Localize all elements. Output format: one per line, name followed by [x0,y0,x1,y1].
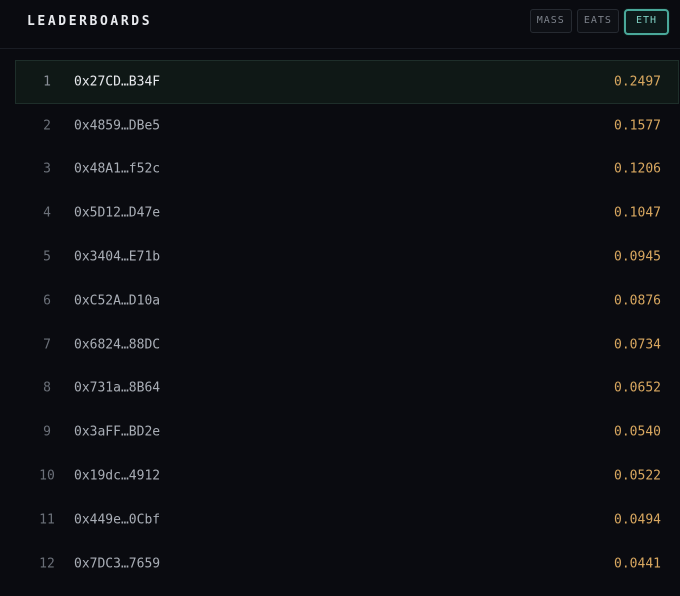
wallet-address: 0x731a…8B64 [74,380,161,396]
leaderboard-row[interactable]: 10 0x19dc…4912 0.0522 [15,454,679,498]
eth-value: 0.0945 [614,249,661,265]
wallet-address: 0x6824…88DC [74,337,161,353]
tab-eth[interactable]: ETH [623,9,669,35]
metric-tabs: MASS EATS ETH [529,9,669,35]
wallet-address: 0x48A1…f52c [74,161,161,177]
eth-value: 0.1047 [614,205,661,221]
leaderboard-panel: LEADERBOARDS MASS EATS ETH 1 0x27CD…B34F… [0,0,680,596]
wallet-address: 0x3aFF…BD2e [74,424,161,440]
eth-value: 0.0522 [614,468,661,484]
rank-number: 4 [43,205,51,221]
eth-value: 0.0734 [614,337,661,353]
rank-number: 12 [39,556,55,572]
rank-number: 5 [43,249,51,265]
tab-eats[interactable]: EATS [576,9,619,33]
leaderboard-row[interactable]: 5 0x3404…E71b 0.0945 [15,235,679,279]
rank-number: 8 [43,380,51,396]
wallet-address: 0x5D12…D47e [74,205,161,221]
leaderboard-list: 1 0x27CD…B34F 0.2497 2 0x4859…DBe5 0.157… [15,60,679,586]
eth-value: 0.0876 [614,293,661,309]
leaderboard-row[interactable]: 9 0x3aFF…BD2e 0.0540 [15,410,679,454]
leaderboard-row[interactable]: 6 0xC52A…D10a 0.0876 [15,279,679,323]
wallet-address: 0x4859…DBe5 [74,118,161,134]
wallet-address: 0x7DC3…7659 [74,556,161,572]
eth-value: 0.2497 [614,74,661,90]
leaderboard-row[interactable]: 1 0x27CD…B34F 0.2497 [15,60,679,104]
rank-number: 6 [43,293,51,309]
eth-value: 0.0540 [614,424,661,440]
leaderboard-row[interactable]: 7 0x6824…88DC 0.0734 [15,323,679,367]
rank-number: 11 [39,512,55,528]
eth-value: 0.1577 [614,118,661,134]
rank-number: 7 [43,337,51,353]
leaderboard-row[interactable]: 11 0x449e…0Cbf 0.0494 [15,498,679,542]
wallet-address: 0x449e…0Cbf [74,512,161,528]
leaderboard-header: LEADERBOARDS MASS EATS ETH [0,0,680,49]
rank-number: 1 [43,74,51,90]
leaderboard-row[interactable]: 12 0x7DC3…7659 0.0441 [15,542,679,586]
rank-number: 3 [43,161,51,177]
page-title: LEADERBOARDS [27,14,153,29]
rank-number: 2 [43,118,51,134]
rank-number: 9 [43,424,51,440]
eth-value: 0.1206 [614,161,661,177]
wallet-address: 0x27CD…B34F [74,74,161,90]
wallet-address: 0x3404…E71b [74,249,161,265]
tab-mass[interactable]: MASS [529,9,572,33]
rank-number: 10 [39,468,55,484]
leaderboard-row[interactable]: 8 0x731a…8B64 0.0652 [15,367,679,411]
eth-value: 0.0494 [614,512,661,528]
leaderboard-row[interactable]: 2 0x4859…DBe5 0.1577 [15,104,679,148]
leaderboard-row[interactable]: 3 0x48A1…f52c 0.1206 [15,148,679,192]
eth-value: 0.0652 [614,380,661,396]
leaderboard-row[interactable]: 4 0x5D12…D47e 0.1047 [15,191,679,235]
wallet-address: 0xC52A…D10a [74,293,161,309]
eth-value: 0.0441 [614,556,661,572]
wallet-address: 0x19dc…4912 [74,468,161,484]
